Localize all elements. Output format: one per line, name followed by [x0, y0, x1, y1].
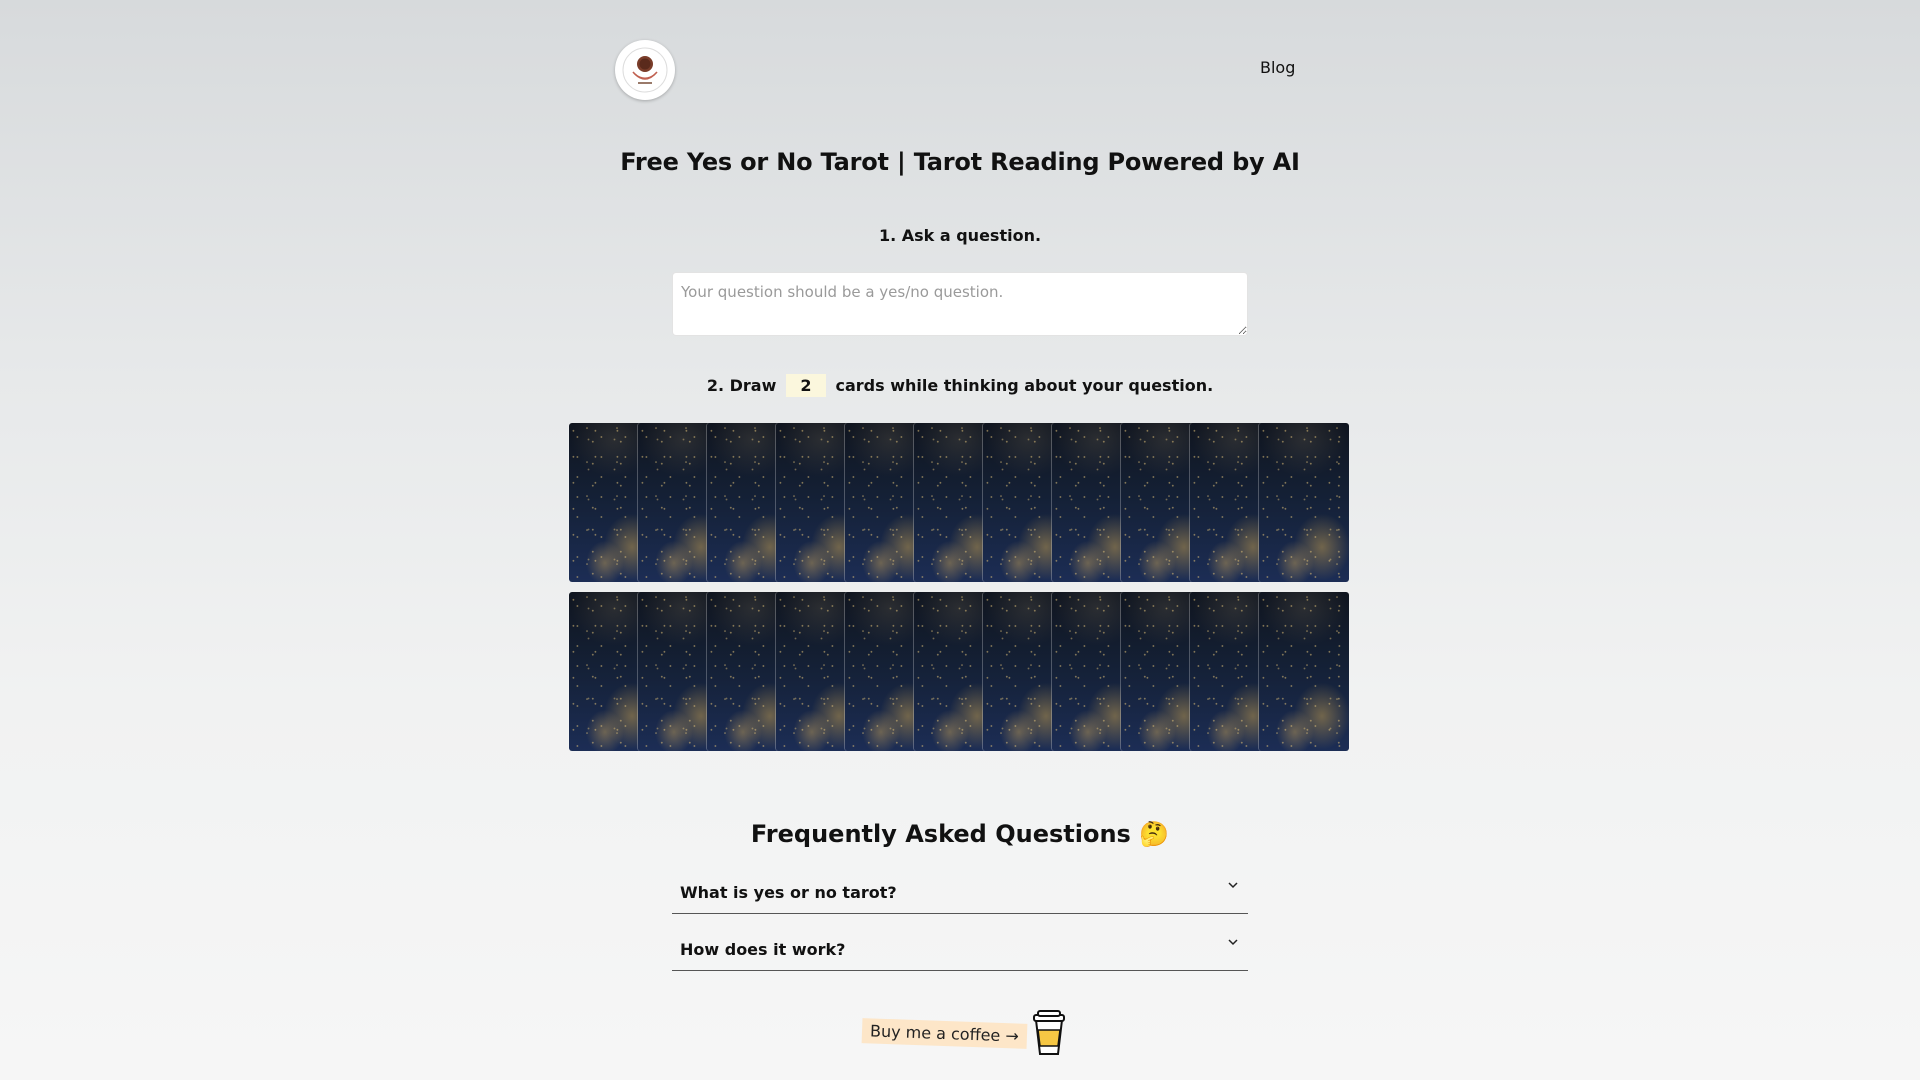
card-deck-row-2	[569, 592, 1351, 751]
site-logo[interactable]	[615, 40, 675, 100]
faq-question: What is yes or no tarot?	[680, 883, 897, 902]
page: Blog Free Yes or No Tarot | Tarot Readin…	[0, 0, 1920, 1080]
page-title: Free Yes or No Tarot | Tarot Reading Pow…	[620, 148, 1300, 176]
faq-heading: Frequently Asked Questions 🤔	[750, 820, 1170, 848]
step-1-label: 1. Ask a question.	[878, 226, 1042, 245]
faq-item[interactable]: What is yes or no tarot?	[672, 868, 1248, 914]
coffee-cup-icon	[1032, 1010, 1065, 1055]
faq-item[interactable]: How does it work?	[672, 925, 1248, 971]
chevron-down-icon	[1228, 939, 1238, 946]
nav-blog-link[interactable]: Blog	[1260, 58, 1295, 77]
chevron-down-icon	[1228, 882, 1238, 889]
step-2-prefix: 2. Draw	[706, 376, 777, 395]
tarot-card[interactable]	[1259, 592, 1349, 751]
question-input[interactable]	[672, 272, 1248, 336]
card-deck-row-1	[569, 423, 1351, 582]
logo-icon	[622, 47, 668, 93]
step-2-instruction: 2. Draw 2 cards while thinking about you…	[0, 374, 1920, 397]
tarot-card[interactable]	[1259, 423, 1349, 582]
buy-me-a-coffee-button[interactable]: Buy me a coffee →	[861, 1010, 1067, 1056]
draw-count-badge: 2	[785, 374, 826, 397]
coffee-label: Buy me a coffee →	[861, 1017, 1028, 1049]
faq-question: How does it work?	[680, 940, 846, 959]
step-2-suffix: cards while thinking about your question…	[835, 376, 1214, 395]
